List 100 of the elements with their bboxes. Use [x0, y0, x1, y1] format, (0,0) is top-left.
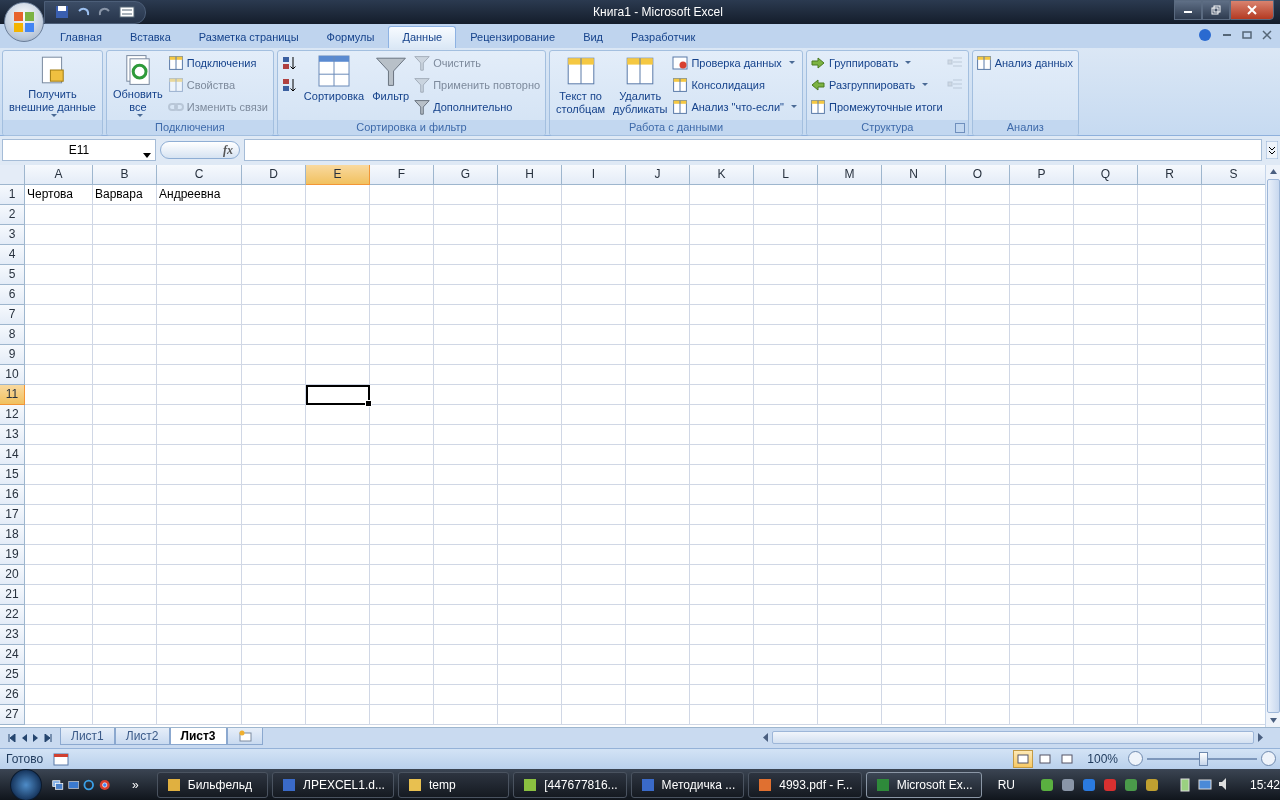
- ribbon-button[interactable]: Консолидация: [672, 75, 799, 94]
- zoom-level[interactable]: 100%: [1087, 751, 1118, 766]
- start-button[interactable]: [10, 768, 43, 800]
- office-button[interactable]: [4, 2, 44, 42]
- column-header[interactable]: M: [818, 164, 882, 185]
- column-header[interactable]: S: [1202, 164, 1265, 185]
- ribbon-button[interactable]: Обновить все: [109, 51, 166, 119]
- column-header[interactable]: B: [93, 164, 157, 185]
- row-header[interactable]: 22: [0, 604, 25, 625]
- active-cell[interactable]: [306, 384, 370, 405]
- ribbon-button[interactable]: Фильтр: [369, 51, 413, 119]
- ribbon-tab[interactable]: Вид: [569, 25, 618, 48]
- row-header[interactable]: 5: [0, 264, 25, 285]
- taskbar-button[interactable]: Бильфельд: [156, 771, 268, 798]
- close-button[interactable]: [1230, 0, 1274, 20]
- row-header[interactable]: 1: [0, 184, 25, 205]
- ribbon-tab[interactable]: Главная: [46, 25, 116, 48]
- ribbon-button[interactable]: Анализ "что-если": [672, 97, 799, 116]
- ribbon-button[interactable]: Проверка данных: [672, 53, 799, 72]
- ribbon-button[interactable]: Анализ данных: [975, 53, 1075, 72]
- column-header[interactable]: G: [434, 164, 498, 185]
- column-header[interactable]: F: [370, 164, 434, 185]
- row-header[interactable]: 13: [0, 424, 25, 445]
- select-all-corner[interactable]: [0, 164, 25, 185]
- row-header[interactable]: 25: [0, 664, 25, 685]
- column-header[interactable]: P: [1010, 164, 1074, 185]
- clock[interactable]: 15:42: [1250, 777, 1280, 792]
- row-header[interactable]: 27: [0, 704, 25, 725]
- row-header[interactable]: 24: [0, 644, 25, 665]
- minimize-button[interactable]: [1174, 0, 1202, 20]
- column-header[interactable]: A: [25, 164, 93, 185]
- row-header[interactable]: 9: [0, 344, 25, 365]
- taskbar-button[interactable]: [447677816...: [513, 771, 627, 798]
- taskbar-button[interactable]: ЛРEXCEL1.d...: [272, 771, 394, 798]
- row-header[interactable]: 12: [0, 404, 25, 425]
- taskbar-button[interactable]: temp: [397, 771, 510, 798]
- column-header[interactable]: H: [498, 164, 562, 185]
- view-button[interactable]: [1013, 749, 1034, 768]
- taskbar-button[interactable]: 4993.pdf - F...: [748, 771, 862, 798]
- column-header[interactable]: E: [306, 164, 370, 185]
- column-header[interactable]: I: [562, 164, 626, 185]
- column-header[interactable]: K: [690, 164, 754, 185]
- ribbon-tab[interactable]: Рецензирование: [456, 25, 570, 48]
- ribbon-button[interactable]: Текст по столбцам: [553, 51, 609, 119]
- fill-handle[interactable]: [365, 399, 372, 407]
- row-header[interactable]: 8: [0, 324, 25, 345]
- zoom-out-button[interactable]: [1128, 751, 1143, 767]
- zoom-in-button[interactable]: [1261, 751, 1276, 767]
- ribbon-button[interactable]: Промежуточные итоги: [810, 97, 945, 116]
- insert-function-button[interactable]: fx: [223, 142, 233, 158]
- zoom-slider-thumb[interactable]: [1199, 751, 1208, 766]
- row-header[interactable]: 16: [0, 484, 25, 505]
- ribbon-tab[interactable]: Данные: [388, 25, 457, 48]
- language-indicator[interactable]: RU: [997, 777, 1015, 792]
- ribbon-button[interactable]: Разгруппировать: [810, 75, 945, 94]
- insert-sheet-button[interactable]: [226, 728, 263, 746]
- ribbon-button[interactable]: Дополнительно: [414, 97, 543, 116]
- row-header[interactable]: 7: [0, 304, 25, 325]
- column-header[interactable]: J: [626, 164, 690, 185]
- taskbar-button[interactable]: Microsoft Ex...: [865, 771, 982, 798]
- column-header[interactable]: N: [882, 164, 946, 185]
- ribbon-button[interactable]: Группировать: [810, 53, 945, 72]
- name-box[interactable]: E11: [2, 139, 156, 162]
- column-header[interactable]: Q: [1074, 164, 1138, 185]
- sheet-tab[interactable]: Лист2: [114, 728, 170, 746]
- row-header[interactable]: 17: [0, 504, 25, 525]
- taskbar-button[interactable]: Методичка ...: [630, 771, 745, 798]
- sheet-tab[interactable]: Лист1: [60, 728, 115, 746]
- ribbon-tab[interactable]: Разметка страницы: [184, 25, 313, 48]
- row-header[interactable]: 19: [0, 544, 25, 565]
- row-header[interactable]: 21: [0, 584, 25, 605]
- overflow-button[interactable]: »: [132, 777, 139, 792]
- dialog-launcher-icon[interactable]: [954, 122, 965, 133]
- ribbon-tab[interactable]: Формулы: [312, 25, 389, 48]
- row-header[interactable]: 4: [0, 244, 25, 265]
- row-header[interactable]: 6: [0, 284, 25, 305]
- row-header[interactable]: 18: [0, 524, 25, 545]
- row-header[interactable]: 23: [0, 624, 25, 645]
- row-header[interactable]: 14: [0, 444, 25, 465]
- ribbon-button[interactable]: Сортировка: [300, 51, 368, 119]
- row-header[interactable]: 20: [0, 564, 25, 585]
- row-header[interactable]: 3: [0, 224, 25, 245]
- column-header[interactable]: L: [754, 164, 818, 185]
- column-header[interactable]: D: [242, 164, 306, 185]
- horizontal-scrollbar[interactable]: [760, 730, 1266, 745]
- vertical-scrollbar[interactable]: [1265, 164, 1280, 728]
- ribbon-button[interactable]: Подключения: [167, 53, 270, 72]
- column-header[interactable]: C: [157, 164, 242, 185]
- ribbon-tab[interactable]: Разработчик: [617, 25, 710, 48]
- column-header[interactable]: O: [946, 164, 1010, 185]
- formula-input[interactable]: [244, 139, 1262, 162]
- ribbon-button[interactable]: Удалить дубликаты: [610, 51, 671, 119]
- restore-button[interactable]: [1202, 0, 1230, 20]
- row-header[interactable]: 11: [0, 384, 25, 405]
- column-header[interactable]: R: [1138, 164, 1202, 185]
- ribbon-button[interactable]: Получить внешние данные: [6, 51, 99, 119]
- row-header[interactable]: 2: [0, 204, 25, 225]
- row-header[interactable]: 10: [0, 364, 25, 385]
- row-header[interactable]: 15: [0, 464, 25, 485]
- row-header[interactable]: 26: [0, 684, 25, 705]
